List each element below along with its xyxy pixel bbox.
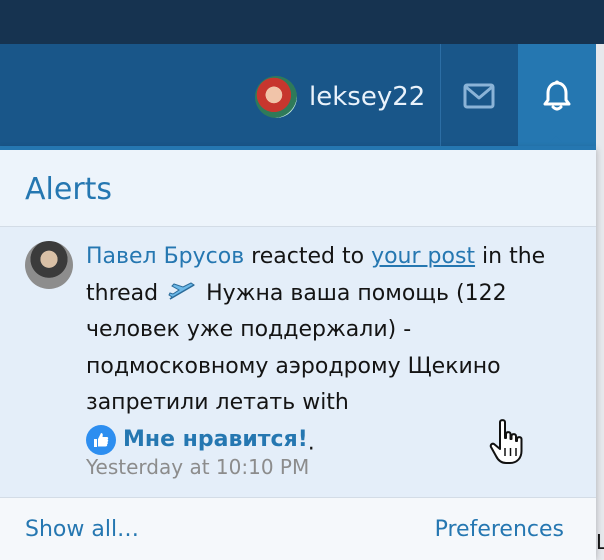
airplane-icon — [168, 281, 196, 300]
username-label: leksey22 — [309, 82, 426, 112]
reaction: Мне нравится! — [86, 422, 308, 459]
alert-user-link[interactable]: Павел Брусов — [86, 244, 244, 269]
top-strip — [0, 0, 604, 44]
background-text-fragment: Ц — [596, 530, 604, 554]
hand-pointer-cursor — [489, 419, 523, 464]
alert-timestamp: Yesterday at 10:10 PM — [86, 455, 310, 479]
conversations-button[interactable] — [440, 44, 518, 148]
alerts-button[interactable] — [518, 44, 596, 148]
show-all-link[interactable]: Show all… — [25, 517, 139, 542]
your-post-link[interactable]: your post — [371, 244, 475, 269]
preferences-link[interactable]: Preferences — [435, 517, 564, 542]
envelope-icon — [463, 83, 495, 109]
reaction-label: Мне нравится! — [123, 426, 308, 452]
thumbs-up-icon — [86, 424, 116, 455]
alerts-menu: Alerts Павел Брусов reacted to your post… — [0, 146, 596, 560]
menu-title: Alerts — [25, 172, 113, 207]
menu-footer: Show all… Preferences — [0, 498, 596, 560]
alert-action-text: reacted to — [244, 244, 372, 269]
user-avatar — [255, 76, 297, 118]
bell-icon — [543, 80, 571, 111]
reaction-suffix: . — [307, 429, 315, 455]
alert-user-avatar[interactable] — [25, 241, 73, 289]
user-account-link[interactable]: leksey22 — [255, 76, 425, 118]
menu-caret — [546, 136, 566, 146]
